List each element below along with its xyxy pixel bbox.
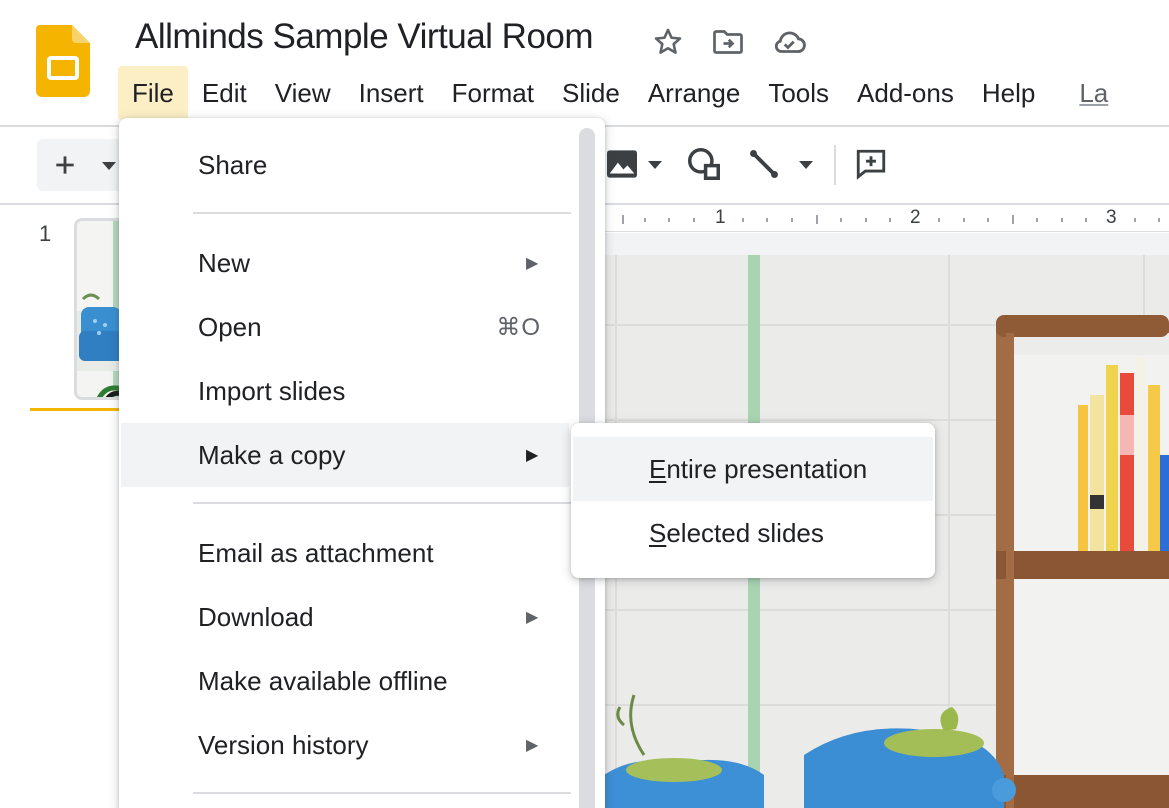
shape-icon[interactable] — [684, 144, 724, 184]
star-icon[interactable] — [649, 23, 687, 61]
menu-edit[interactable]: Edit — [188, 66, 261, 120]
menu-insert[interactable]: Insert — [345, 66, 438, 120]
ruler-mark-3: 3 — [1106, 207, 1117, 228]
add-comment-icon[interactable] — [852, 145, 890, 183]
menu-item-label: Open — [198, 311, 262, 342]
menu-item-label: elected slides — [666, 517, 824, 548]
menu-arrange[interactable]: Arrange — [634, 66, 755, 120]
slide-selection-indicator — [30, 408, 130, 411]
mnemonic-letter: S — [649, 517, 667, 548]
ruler-ticks — [622, 215, 1160, 224]
menu-help[interactable]: Help — [968, 66, 1049, 120]
menu-item-email-as-attachment[interactable]: Email as attachment — [121, 521, 569, 585]
menu-item-label: Email as attachment — [198, 537, 434, 568]
google-slides-logo-icon[interactable] — [36, 25, 90, 97]
image-icon[interactable] — [604, 146, 640, 182]
line-icon[interactable] — [744, 144, 784, 184]
keyboard-shortcut: ⌘O — [496, 313, 541, 341]
dropdown-arrow-icon[interactable] — [795, 155, 817, 175]
menu-item-label: Make available offline — [198, 665, 448, 696]
menu-item-make-a-copy[interactable]: Make a copy ▶ — [121, 423, 569, 487]
menu-format[interactable]: Format — [438, 66, 548, 120]
menu-item-label: Share — [198, 149, 268, 180]
menu-view[interactable]: View — [261, 66, 345, 120]
ruler-mark-1: 1 — [715, 207, 726, 228]
file-menu: Share New ▶ Open ⌘O Import slides Make a… — [119, 118, 605, 808]
make-a-copy-submenu: Entire presentation Selected slides — [571, 423, 935, 578]
menu-item-share[interactable]: Share — [121, 133, 569, 197]
dropdown-arrow-icon[interactable] — [644, 155, 666, 175]
ruler-mark-2: 2 — [910, 207, 921, 228]
horizontal-ruler: 1 2 3 — [604, 206, 1169, 232]
submenu-arrow-icon: ▶ — [526, 737, 539, 754]
document-title[interactable]: Allminds Sample Virtual Room — [135, 17, 594, 57]
menu-separator — [193, 212, 571, 214]
menu-item-label: ntire presentation — [666, 453, 868, 484]
menu-item-label: Make a copy — [198, 439, 346, 470]
menu-item-selected-slides[interactable]: Selected slides — [573, 501, 933, 565]
submenu-arrow-icon: ▶ — [526, 255, 539, 272]
menu-item-import-slides[interactable]: Import slides — [121, 359, 569, 423]
last-edit-link[interactable]: La — [1049, 66, 1122, 120]
submenu-arrow-icon: ▶ — [526, 447, 539, 464]
menu-tools[interactable]: Tools — [754, 66, 843, 120]
add-icon[interactable] — [48, 148, 82, 182]
menu-slide[interactable]: Slide — [548, 66, 634, 120]
menu-item-label: New — [198, 247, 251, 278]
mnemonic-letter: E — [649, 453, 667, 484]
menu-item-make-available-offline[interactable]: Make available offline — [121, 649, 569, 713]
cloud-saved-icon[interactable] — [770, 23, 808, 61]
toolbar-separator — [834, 145, 836, 185]
menu-item-label: Version history — [198, 729, 369, 760]
move-to-folder-icon[interactable] — [709, 23, 747, 61]
menu-file[interactable]: File — [118, 66, 188, 120]
menu-item-entire-presentation[interactable]: Entire presentation — [573, 437, 933, 501]
menu-item-open[interactable]: Open ⌘O — [121, 295, 569, 359]
menu-bar: File Edit View Insert Format Slide Arran… — [118, 66, 1122, 120]
menu-item-download[interactable]: Download ▶ — [121, 585, 569, 649]
menu-item-label: Download — [198, 601, 314, 632]
menu-item-new[interactable]: New ▶ — [121, 231, 569, 295]
menu-add-ons[interactable]: Add-ons — [843, 66, 968, 120]
menu-separator — [193, 792, 571, 794]
submenu-arrow-icon: ▶ — [526, 609, 539, 626]
menu-item-version-history[interactable]: Version history ▶ — [121, 713, 569, 777]
menu-separator — [193, 502, 571, 504]
menu-item-label: Import slides — [198, 375, 346, 406]
slide-number: 1 — [39, 221, 52, 246]
